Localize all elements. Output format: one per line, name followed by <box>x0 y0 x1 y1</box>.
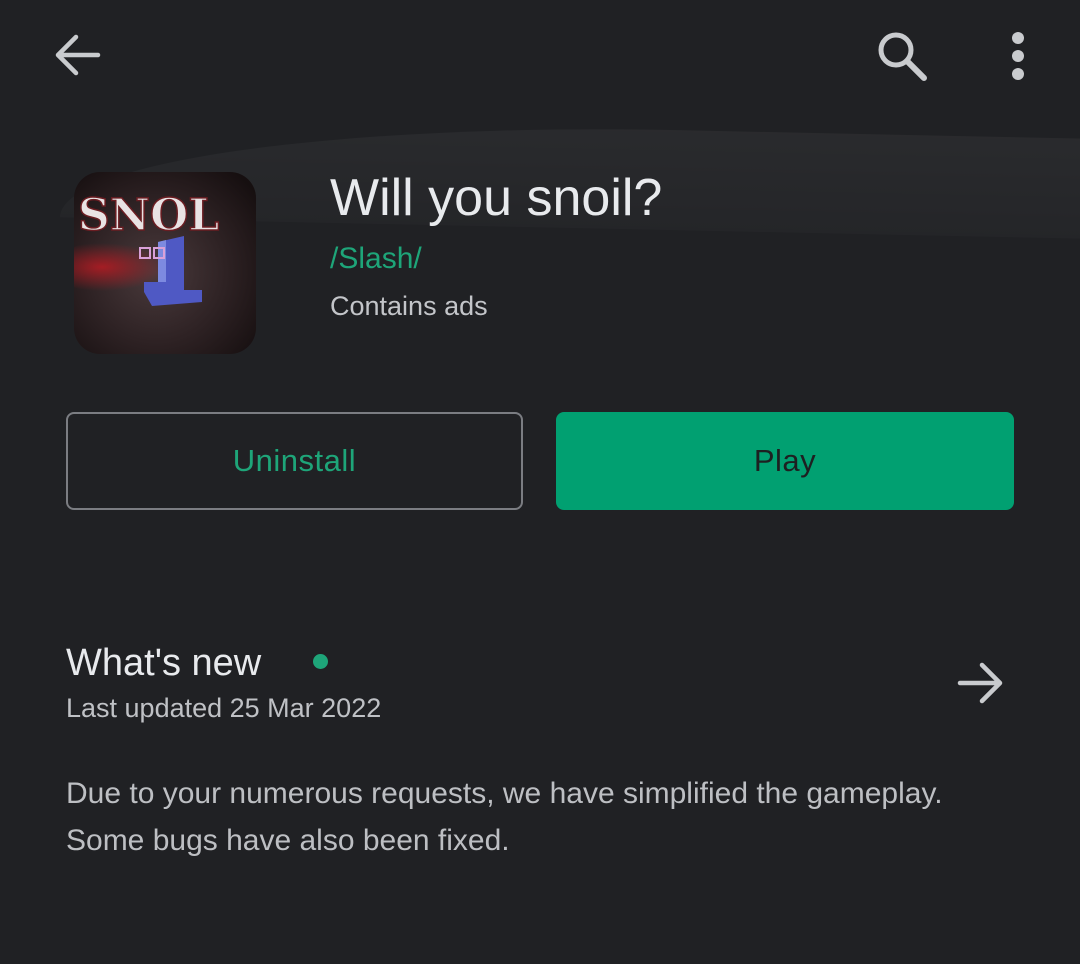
whats-new-section[interactable]: What's new Last updated 25 Mar 2022 <box>0 630 1080 740</box>
app-icon: SNOL <box>74 172 256 354</box>
developer-link[interactable]: /Slash/ <box>330 240 422 278</box>
back-button[interactable] <box>46 26 108 84</box>
search-button[interactable] <box>868 22 936 90</box>
app-icon-logo: SNOL <box>78 190 219 241</box>
play-button[interactable]: Play <box>556 412 1014 510</box>
contains-ads-label: Contains ads <box>330 291 488 321</box>
whats-new-title: What's new <box>66 642 262 684</box>
release-note-line: Some bugs have also been fixed. <box>66 824 510 857</box>
new-indicator-dot <box>313 654 328 669</box>
more-options-button[interactable] <box>994 24 1042 88</box>
search-icon <box>878 32 927 81</box>
whats-new-arrow-button[interactable] <box>952 658 1010 708</box>
arrow-left-icon <box>55 34 101 76</box>
release-note-line: Due to your numerous requests, we have s… <box>66 777 943 810</box>
uninstall-button[interactable]: Uninstall <box>66 412 523 510</box>
more-vert-icon <box>1012 32 1024 80</box>
app-title: Will you snoil? <box>330 169 663 227</box>
release-notes: Due to your numerous requests, we have s… <box>66 770 1026 864</box>
arrow-right-icon <box>957 662 1003 704</box>
last-updated-text: Last updated 25 Mar 2022 <box>66 693 382 723</box>
top-app-bar <box>0 0 1080 110</box>
app-icon-art: SNOL <box>74 172 256 354</box>
